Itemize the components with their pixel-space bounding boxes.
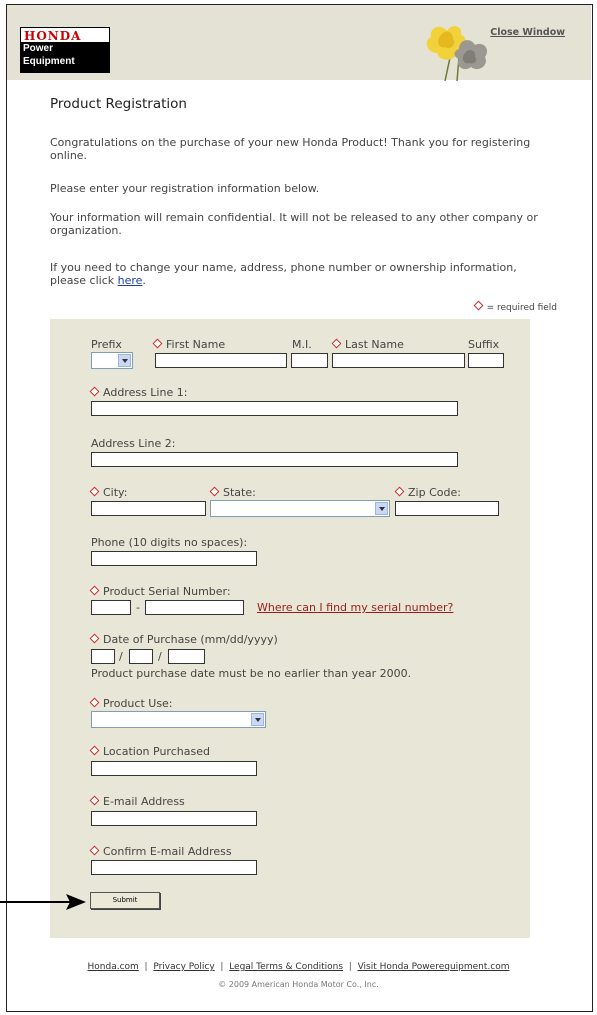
date-year-input[interactable] xyxy=(168,649,205,664)
chevron-down-icon xyxy=(118,354,131,367)
phone-input[interactable] xyxy=(91,551,257,566)
required-diamond-icon xyxy=(89,845,100,856)
footer-separator: | xyxy=(144,962,148,972)
date-label: Date of Purchase (mm/dd/yyyy) xyxy=(89,633,278,646)
confirm-email-input[interactable] xyxy=(91,860,257,875)
serial-number-input[interactable] xyxy=(145,600,244,615)
chevron-down-icon xyxy=(375,502,388,515)
location-label: Location Purchased xyxy=(89,745,210,758)
required-diamond-icon xyxy=(209,486,220,497)
footer-separator: | xyxy=(220,962,224,972)
required-note-label: = required field xyxy=(486,303,557,313)
last-name-input[interactable] xyxy=(332,353,465,368)
logo-equipment-text: Equipment xyxy=(23,56,75,67)
change-info-text: If you need to change your name, address… xyxy=(50,261,540,287)
city-label: City: xyxy=(89,486,127,499)
serial-label: Product Serial Number: xyxy=(89,585,231,598)
date-month-input[interactable] xyxy=(91,649,115,664)
suffix-label: Suffix xyxy=(468,338,500,351)
zip-input[interactable] xyxy=(395,501,499,516)
email-input[interactable] xyxy=(91,811,257,826)
required-diamond-icon xyxy=(89,386,100,397)
close-window-link[interactable]: Close Window xyxy=(490,27,565,38)
state-label: State: xyxy=(209,486,256,499)
date-note: Product purchase date must be no earlier… xyxy=(91,667,412,680)
mi-input[interactable] xyxy=(291,353,328,368)
zip-label: Zip Code: xyxy=(394,486,461,499)
email-label: E-mail Address xyxy=(89,795,185,808)
footer-link-legal[interactable]: Legal Terms & Conditions xyxy=(229,962,343,972)
change-info-suffix: . xyxy=(142,274,146,287)
suffix-input[interactable] xyxy=(468,353,504,368)
date-slash: / xyxy=(119,650,123,663)
serial-dash: - xyxy=(136,601,140,614)
first-name-label: First Name xyxy=(152,338,225,351)
required-diamond-icon xyxy=(89,795,100,806)
required-diamond-icon xyxy=(152,338,163,349)
submit-button[interactable]: Submit xyxy=(90,892,160,909)
serial-prefix-input[interactable] xyxy=(91,600,131,615)
page-title: Product Registration xyxy=(50,96,187,112)
footer-link-powerequipment[interactable]: Visit Honda Powerequipment.com xyxy=(358,962,510,972)
required-diamond-icon xyxy=(89,486,100,497)
required-diamond-icon xyxy=(89,585,100,596)
instructions-text: Please enter your registration informati… xyxy=(50,182,320,195)
change-info-here-link[interactable]: here xyxy=(118,274,143,287)
required-diamond-icon xyxy=(89,745,100,756)
logo-honda-text: HONDA xyxy=(24,29,82,43)
required-diamond-icon xyxy=(394,486,405,497)
mi-label: M.I. xyxy=(292,338,312,351)
product-use-label: Product Use: xyxy=(89,697,173,710)
address2-label: Address Line 2: xyxy=(91,437,176,450)
city-input[interactable] xyxy=(91,501,206,516)
date-slash: / xyxy=(158,650,162,663)
pointer-arrow-icon xyxy=(0,894,86,910)
first-name-input[interactable] xyxy=(155,353,287,368)
chevron-down-icon xyxy=(251,713,264,726)
address1-input[interactable] xyxy=(91,401,458,416)
header-bar: HONDA Power Equipment Close Window xyxy=(7,5,591,81)
flowers-image xyxy=(426,26,488,81)
required-field-note: = required field xyxy=(473,300,557,313)
required-diamond-icon xyxy=(89,697,100,708)
date-day-input[interactable] xyxy=(129,649,153,664)
footer-link-honda[interactable]: Honda.com xyxy=(88,962,139,972)
phone-label: Phone (10 digits no spaces): xyxy=(91,536,248,549)
honda-logo: HONDA Power Equipment xyxy=(20,27,110,73)
logo-power-text: Power xyxy=(23,43,54,54)
required-diamond-icon xyxy=(89,633,100,644)
location-input[interactable] xyxy=(91,761,257,776)
footer-links: Honda.com | Privacy Policy | Legal Terms… xyxy=(0,962,597,972)
copyright: © 2009 American Honda Motor Co., Inc. xyxy=(218,980,379,989)
confirm-email-label: Confirm E-mail Address xyxy=(89,845,232,858)
address2-input[interactable] xyxy=(91,452,458,467)
product-use-select[interactable] xyxy=(91,711,266,728)
address1-label: Address Line 1: xyxy=(89,386,187,399)
last-name-label: Last Name xyxy=(331,338,404,351)
required-diamond-icon xyxy=(331,338,342,349)
prefix-select[interactable] xyxy=(91,352,133,369)
footer-separator: | xyxy=(348,962,352,972)
congrats-text: Congratulations on the purchase of your … xyxy=(50,136,531,162)
confidential-text: Your information will remain confidentia… xyxy=(50,211,538,237)
serial-help-link[interactable]: Where can I find my serial number? xyxy=(257,601,453,614)
required-diamond-icon xyxy=(473,300,484,311)
footer-link-privacy[interactable]: Privacy Policy xyxy=(153,962,214,972)
prefix-label: Prefix xyxy=(91,338,122,351)
state-select[interactable] xyxy=(210,500,390,517)
